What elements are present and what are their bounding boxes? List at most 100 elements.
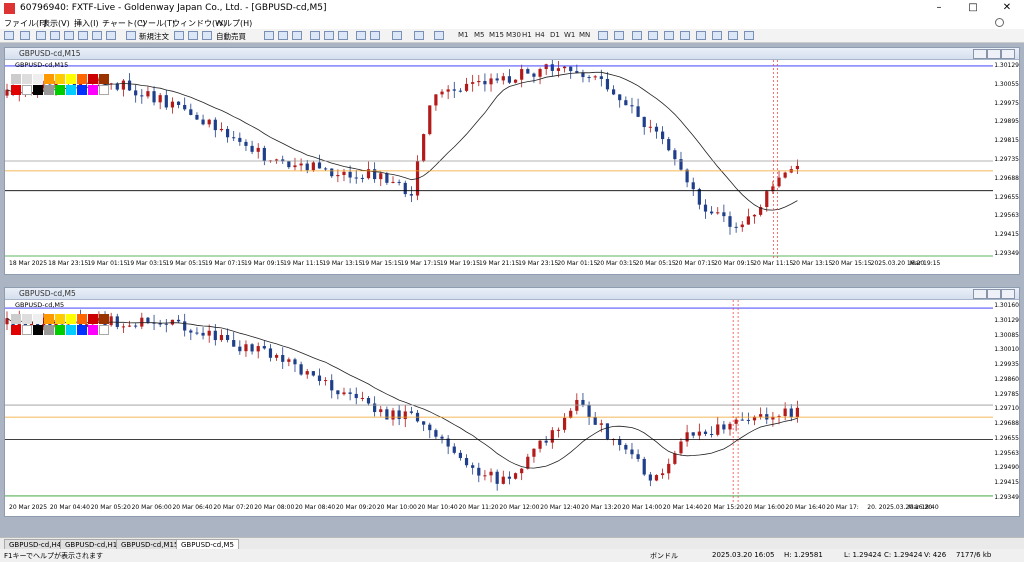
tf-m1[interactable]: M1	[458, 31, 469, 39]
palette-color-yellow[interactable]	[55, 314, 65, 324]
cursor-icon[interactable]	[598, 31, 608, 40]
tf-m15[interactable]: M15	[489, 31, 504, 39]
palette-color-blue[interactable]	[77, 85, 87, 95]
terminal-icon[interactable]	[78, 31, 88, 40]
price-chart[interactable]: GBPUSD-cd,M15 1.30129 1.30055 1.29975 1.…	[5, 60, 1019, 274]
tester-icon[interactable]	[92, 31, 102, 40]
chart-restore-button[interactable]	[987, 49, 1001, 59]
tf-m30[interactable]: M30	[506, 31, 521, 39]
line-chart-icon[interactable]	[292, 31, 302, 40]
market-watch-icon[interactable]	[36, 31, 46, 40]
crosshair-icon[interactable]	[614, 31, 624, 40]
candlestick-plot[interactable]	[5, 300, 993, 502]
tf-mn[interactable]: MN	[579, 31, 590, 39]
palette-color-black[interactable]	[33, 85, 43, 95]
horizontal-line-icon[interactable]	[648, 31, 658, 40]
palette-color-darkorange[interactable]	[77, 314, 87, 324]
palette-link-icon[interactable]	[33, 74, 43, 84]
signals-icon[interactable]	[174, 31, 184, 40]
price-chart[interactable]: GBPUSD-cd,M5 1.30160 1.30129 1.30085 1.3…	[5, 300, 1019, 516]
new-chart-icon[interactable]	[4, 31, 14, 40]
tf-m5[interactable]: M5	[474, 31, 485, 39]
palette-delete-icon[interactable]	[22, 74, 32, 84]
chart-minimize-button[interactable]	[973, 289, 987, 299]
palette-color-yellow[interactable]	[55, 74, 65, 84]
navigator-icon[interactable]	[64, 31, 74, 40]
fibonacci-icon[interactable]	[696, 31, 706, 40]
zoom-in-icon[interactable]	[310, 31, 320, 40]
tf-w1[interactable]: W1	[564, 31, 575, 39]
palette-color-gray[interactable]	[44, 325, 54, 335]
palette-color-cyan[interactable]	[66, 85, 76, 95]
tile-windows-icon[interactable]	[338, 31, 348, 40]
palette-color-black[interactable]	[33, 325, 43, 335]
palette-color-red[interactable]	[88, 314, 98, 324]
chart-minimize-button[interactable]	[973, 49, 987, 59]
chart-close-button[interactable]	[1001, 49, 1015, 59]
strategy-icon[interactable]	[188, 31, 198, 40]
auto-scroll-icon[interactable]	[356, 31, 366, 40]
palette-color-blank[interactable]	[99, 85, 109, 95]
auto-trade-button[interactable]: 自動売買	[216, 31, 246, 42]
editor-icon[interactable]	[106, 31, 116, 40]
chart-window-m15[interactable]: GBPUSD-cd,M15 GBPUSD-cd,M15 1.30129 1.30…	[4, 47, 1020, 275]
new-order-icon[interactable]	[126, 31, 136, 40]
palette-color-lightyellow[interactable]	[66, 314, 76, 324]
chart-shift-icon[interactable]	[370, 31, 380, 40]
templates-icon[interactable]	[434, 31, 444, 40]
auto-trade-icon[interactable]	[202, 31, 212, 40]
palette-link-icon[interactable]	[33, 314, 43, 324]
menu-insert[interactable]: 挿入(I)	[74, 18, 99, 29]
profiles-icon[interactable]	[20, 31, 30, 40]
palette-color-brown[interactable]	[99, 314, 109, 324]
palette-color-lightyellow[interactable]	[66, 74, 76, 84]
palette-color-blue[interactable]	[77, 325, 87, 335]
candlestick-icon[interactable]	[278, 31, 288, 40]
palette-color-green[interactable]	[55, 85, 65, 95]
tf-h1[interactable]: H1	[522, 31, 532, 39]
candlestick-plot[interactable]	[5, 60, 993, 258]
palette-color-magenta[interactable]	[88, 325, 98, 335]
palette-color-magenta[interactable]	[88, 85, 98, 95]
palette-color-brown[interactable]	[99, 74, 109, 84]
palette-color-orange[interactable]	[44, 314, 54, 324]
menu-help[interactable]: ヘルプ(H)	[216, 18, 252, 29]
bar-chart-icon[interactable]	[264, 31, 274, 40]
palette-color-cyan[interactable]	[66, 325, 76, 335]
vertical-line-icon[interactable]	[632, 31, 642, 40]
menu-file[interactable]: ファイル(F)	[4, 18, 47, 29]
periods-icon[interactable]	[414, 31, 424, 40]
indicators-icon[interactable]	[392, 31, 402, 40]
palette-color-orange[interactable]	[44, 74, 54, 84]
menu-tools[interactable]: ツール(T)	[140, 18, 175, 29]
palette-color-blank[interactable]	[99, 325, 109, 335]
tf-d1[interactable]: D1	[550, 31, 560, 39]
palette-color-white[interactable]	[22, 85, 32, 95]
palette-color-crimson[interactable]	[11, 85, 21, 95]
data-window-icon[interactable]	[50, 31, 60, 40]
new-order-button[interactable]: 新規注文	[139, 31, 169, 42]
arrows-tool-icon[interactable]	[744, 31, 754, 40]
palette-delete-icon[interactable]	[22, 314, 32, 324]
palette-color-white[interactable]	[22, 325, 32, 335]
trendline-icon[interactable]	[664, 31, 674, 40]
text-tool-icon[interactable]	[712, 31, 722, 40]
palette-hand-icon[interactable]	[11, 74, 21, 84]
zoom-out-icon[interactable]	[324, 31, 334, 40]
equidistant-channel-icon[interactable]	[680, 31, 690, 40]
chart-restore-button[interactable]	[987, 289, 1001, 299]
minimize-button[interactable]: –	[922, 0, 956, 17]
palette-color-green[interactable]	[55, 325, 65, 335]
maximize-button[interactable]: □	[956, 0, 990, 17]
label-tool-icon[interactable]	[728, 31, 738, 40]
chart-close-button[interactable]	[1001, 289, 1015, 299]
palette-color-crimson[interactable]	[11, 325, 21, 335]
menu-view[interactable]: 表示(V)	[42, 18, 70, 29]
tf-h4[interactable]: H4	[535, 31, 545, 39]
palette-color-gray[interactable]	[44, 85, 54, 95]
close-button[interactable]: ✕	[990, 0, 1024, 17]
chart-window-m5[interactable]: GBPUSD-cd,M5 GBPUSD-cd,M5 1.30160 1.3012…	[4, 287, 1020, 517]
help-search-icon[interactable]	[995, 18, 1004, 27]
palette-hand-icon[interactable]	[11, 314, 21, 324]
palette-color-darkorange[interactable]	[77, 74, 87, 84]
